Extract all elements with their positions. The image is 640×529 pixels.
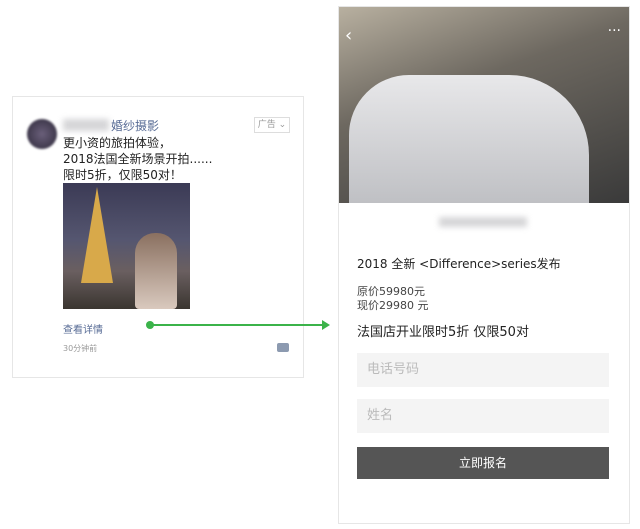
- car: [349, 75, 589, 203]
- comment-icon[interactable]: [277, 343, 289, 352]
- blurred-name: [63, 119, 109, 131]
- ad-card: 婚纱摄影 广告 ⌄ 更小资的旅拍体验， 2018法国全新场景开拍...... 限…: [12, 96, 304, 378]
- phone-input[interactable]: 电话号码: [357, 353, 609, 387]
- ad-label-dropdown[interactable]: 广告 ⌄: [254, 117, 290, 133]
- original-price: 原价59980元: [357, 285, 425, 298]
- connector-line: [150, 324, 322, 326]
- current-price: 现价29980 元: [357, 299, 429, 312]
- timestamp: 30分钟前: [63, 344, 98, 353]
- hero-image: ‹ ···: [339, 7, 629, 203]
- blurred-brand: [439, 217, 527, 227]
- ad-text-line: 2018法国全新场景开拍......: [63, 152, 213, 166]
- name-input[interactable]: 姓名: [357, 399, 609, 433]
- more-icon[interactable]: ···: [608, 23, 621, 39]
- ad-text: 更小资的旅拍体验， 2018法国全新场景开拍...... 限时5折，仅限50对！: [63, 135, 212, 183]
- ad-text-line: 更小资的旅拍体验，: [63, 136, 172, 150]
- arrow-icon: [322, 320, 330, 330]
- prices: 原价59980元 现价29980 元: [357, 285, 429, 313]
- promo-text: 法国店开业限时5折 仅限50对: [357, 325, 529, 340]
- bride: [135, 233, 177, 309]
- ad-text-line: 限时5折，仅限50对！: [63, 168, 182, 182]
- eiffel-tower: [81, 187, 113, 283]
- connector-dot: [146, 321, 154, 329]
- account-name[interactable]: 婚纱摄影: [111, 117, 159, 134]
- avatar[interactable]: [27, 119, 57, 149]
- ad-photo[interactable]: [63, 183, 190, 309]
- view-details-link[interactable]: 查看详情: [63, 321, 103, 336]
- landing-page: ‹ ··· 2018 全新 <Difference>series发布 原价599…: [338, 6, 630, 524]
- submit-button[interactable]: 立即报名: [357, 447, 609, 479]
- back-icon[interactable]: ‹: [345, 25, 352, 46]
- landing-title: 2018 全新 <Difference>series发布: [357, 257, 561, 271]
